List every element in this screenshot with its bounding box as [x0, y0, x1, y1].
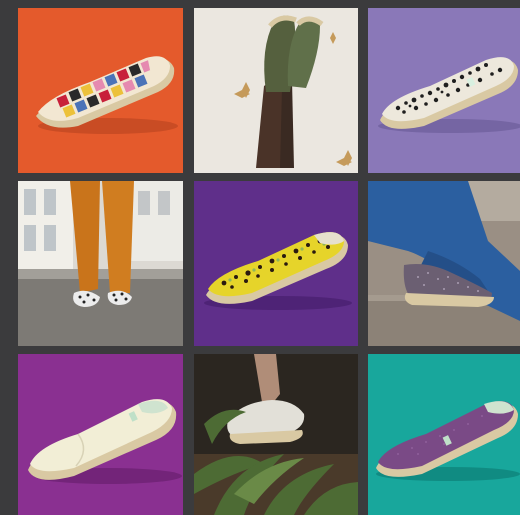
tile-blue-pants-purple-glitter[interactable] — [368, 181, 520, 346]
cream-espadrille-image — [18, 354, 183, 515]
orange-pants-street-image — [18, 181, 183, 346]
tile-multicolor-patchwork-espadrille[interactable] — [18, 8, 183, 173]
tile-yellow-pattern-espadrille[interactable] — [194, 181, 358, 346]
olive-espadrilles-legs-image — [194, 8, 358, 173]
tile-olive-espadrilles-legs-wall[interactable] — [194, 8, 358, 173]
tile-white-espadrille-plant[interactable] — [194, 354, 358, 515]
yellow-pattern-espadrille-image — [194, 181, 358, 346]
patchwork-espadrille-image — [18, 8, 183, 173]
leopard-espadrille-image — [368, 8, 520, 173]
purple-espadrille-image — [368, 354, 520, 515]
tile-cream-espadrille-purple[interactable] — [18, 354, 183, 515]
tile-orange-pants-street[interactable] — [18, 181, 183, 346]
tile-purple-espadrille-teal[interactable] — [368, 354, 520, 515]
product-image-grid — [0, 0, 520, 515]
blue-pants-glitter-image — [368, 181, 520, 346]
tile-leopard-print-espadrille[interactable] — [368, 8, 520, 173]
white-espadrille-plant-image — [194, 354, 358, 515]
